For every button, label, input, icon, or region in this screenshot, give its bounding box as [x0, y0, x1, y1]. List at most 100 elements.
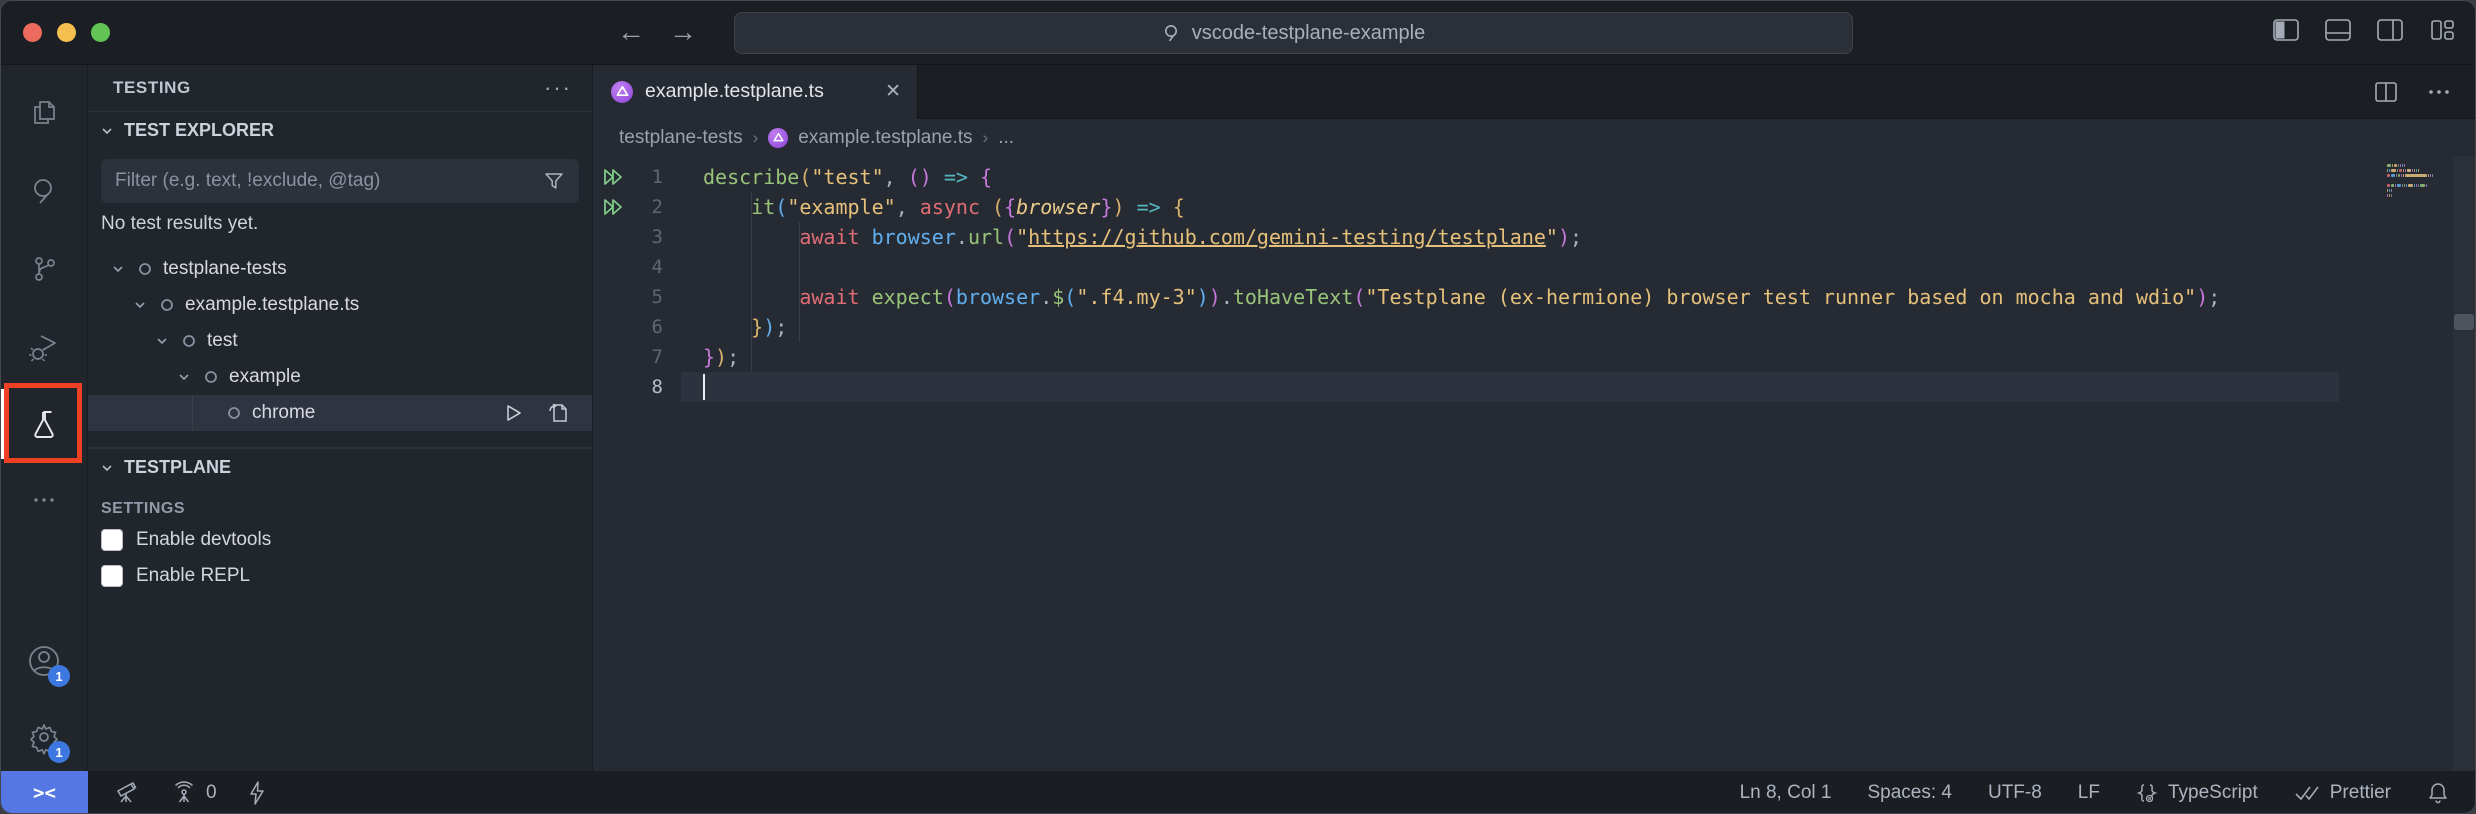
additional-views-icon[interactable]	[24, 480, 64, 520]
code-text: describe("test", () => {	[703, 162, 992, 192]
notifications-bell-icon[interactable]	[2427, 781, 2449, 805]
settings-group-label: SETTINGS	[101, 500, 579, 518]
editor-actions	[2373, 80, 2475, 104]
status-formatter[interactable]: Prettier	[2294, 782, 2391, 804]
zap-icon[interactable]	[247, 780, 267, 806]
accounts-icon[interactable]: 1	[24, 641, 64, 681]
status-language[interactable]: TypeScript	[2136, 781, 2258, 805]
toggle-secondary-sidebar-icon[interactable]	[2375, 17, 2405, 43]
test-state-circle-icon	[158, 296, 176, 314]
code-line-1[interactable]: 1describe("test", () => {	[593, 162, 2475, 192]
toggle-panel-icon[interactable]	[2323, 17, 2353, 43]
vscode-window: ← → vscode-testplane-example	[0, 0, 2476, 814]
filter-funnel-icon[interactable]	[543, 170, 565, 192]
customize-layout-icon[interactable]	[2427, 17, 2457, 43]
telescope-icon[interactable]	[114, 780, 140, 806]
code-line-6[interactable]: 6 });	[593, 312, 2475, 342]
tree-item-testplane-tests[interactable]: testplane-tests	[88, 251, 592, 287]
tab-example-testplane-ts[interactable]: example.testplane.ts ✕	[593, 65, 918, 119]
run-test-icon[interactable]	[502, 401, 524, 425]
tab-bar: example.testplane.ts ✕	[593, 65, 2475, 119]
enable-repl-row[interactable]: Enable REPL	[101, 558, 592, 594]
pane-title: TESTING	[113, 78, 191, 98]
chevron-down-icon[interactable]	[175, 368, 193, 386]
run-test-gutter-icon[interactable]	[593, 195, 633, 219]
run-debug-icon[interactable]	[24, 327, 64, 367]
source-control-icon[interactable]	[24, 249, 64, 289]
ports-status[interactable]: 0	[170, 780, 217, 806]
code-line-5[interactable]: 5 await expect(browser.$(".f4.my-3")).to…	[593, 282, 2475, 312]
test-state-circle-icon	[136, 260, 154, 278]
annotation-highlight-box	[4, 383, 82, 463]
test-tree: testplane-tests example.testplane.ts tes…	[88, 251, 592, 431]
tree-item-chrome[interactable]: chrome	[88, 395, 592, 431]
remote-indicator[interactable]: ><	[1, 771, 88, 814]
line-number: 8	[633, 376, 703, 398]
settings-gear-icon[interactable]: 1	[24, 717, 64, 757]
status-eol[interactable]: LF	[2078, 782, 2100, 804]
enable-devtools-checkbox[interactable]	[101, 529, 123, 551]
split-editor-icon[interactable]	[2373, 80, 2399, 104]
broadcast-icon	[170, 780, 198, 806]
scrollbar-thumb[interactable]	[2454, 314, 2474, 330]
close-tab-icon[interactable]: ✕	[885, 80, 901, 103]
code-line-3[interactable]: 3 await browser.url("https://github.com/…	[593, 222, 2475, 252]
chevron-down-icon[interactable]	[131, 296, 149, 314]
editor-scrollbar[interactable]	[2453, 156, 2475, 771]
code-line-7[interactable]: 7});	[593, 342, 2475, 372]
indent-guide	[192, 395, 193, 431]
tree-item-example[interactable]: example	[88, 359, 592, 395]
activity-bar: 1 1	[1, 65, 88, 771]
section-test-explorer[interactable]: TEST EXPLORER	[88, 111, 592, 149]
breadcrumb-file[interactable]: example.testplane.ts	[798, 127, 972, 149]
pane-header: TESTING ···	[88, 65, 592, 111]
close-window-button[interactable]	[23, 23, 42, 42]
chevron-right-icon: ›	[753, 128, 759, 148]
breadcrumb-folder[interactable]: testplane-tests	[619, 127, 743, 149]
tab-title: example.testplane.ts	[645, 80, 824, 103]
command-center-search[interactable]: vscode-testplane-example	[734, 12, 1853, 54]
chevron-down-icon	[98, 459, 116, 477]
breadcrumb-symbol[interactable]: ...	[998, 127, 1014, 149]
code-text: await browser.url("https://github.com/ge…	[703, 222, 1582, 252]
filter-placeholder: Filter (e.g. text, !exclude, @tag)	[115, 170, 543, 192]
code-line-2[interactable]: 2 it("example", async ({browser}) => {	[593, 192, 2475, 222]
zoom-window-button[interactable]	[91, 23, 110, 42]
navigate-back-button[interactable]: ←	[613, 15, 649, 51]
explorer-icon[interactable]	[24, 93, 64, 133]
status-encoding[interactable]: UTF-8	[1988, 782, 2042, 804]
toggle-primary-sidebar-icon[interactable]	[2271, 17, 2301, 43]
double-check-icon	[2294, 783, 2322, 803]
line-number: 6	[633, 316, 703, 338]
line-number: 1	[633, 166, 703, 188]
test-state-circle-icon	[202, 368, 220, 386]
navigate-forward-button[interactable]: →	[665, 15, 701, 51]
chevron-down-icon[interactable]	[153, 332, 171, 350]
line-number: 2	[633, 196, 703, 218]
line-number: 3	[633, 226, 703, 248]
braces-icon	[2136, 781, 2160, 805]
workspace-title: vscode-testplane-example	[1192, 22, 1425, 45]
checkbox-label: Enable devtools	[136, 529, 271, 551]
code-line-8[interactable]: 8	[593, 372, 2475, 402]
run-test-gutter-icon[interactable]	[593, 165, 633, 189]
status-indentation[interactable]: Spaces: 4	[1867, 782, 1952, 804]
test-filter-input[interactable]: Filter (e.g. text, !exclude, @tag)	[101, 159, 579, 203]
go-to-test-icon[interactable]	[546, 401, 570, 425]
pane-more-actions-icon[interactable]: ···	[544, 75, 572, 101]
minimap[interactable]	[2387, 164, 2449, 202]
enable-devtools-row[interactable]: Enable devtools	[101, 522, 592, 558]
accounts-badge: 1	[48, 665, 70, 687]
chevron-down-icon[interactable]	[109, 260, 127, 278]
line-number: 7	[633, 346, 703, 368]
breadcrumb: testplane-tests › example.testplane.ts ›…	[593, 119, 2475, 156]
enable-repl-checkbox[interactable]	[101, 565, 123, 587]
search-view-icon[interactable]	[24, 171, 64, 211]
section-testplane[interactable]: TESTPLANE	[88, 448, 592, 486]
more-actions-icon[interactable]	[2427, 80, 2451, 104]
minimize-window-button[interactable]	[57, 23, 76, 42]
status-cursor-position[interactable]: Ln 8, Col 1	[1740, 782, 1832, 804]
tree-item-test[interactable]: test	[88, 323, 592, 359]
code-line-4[interactable]: 4	[593, 252, 2475, 282]
tree-item-example-testplane-ts[interactable]: example.testplane.ts	[88, 287, 592, 323]
